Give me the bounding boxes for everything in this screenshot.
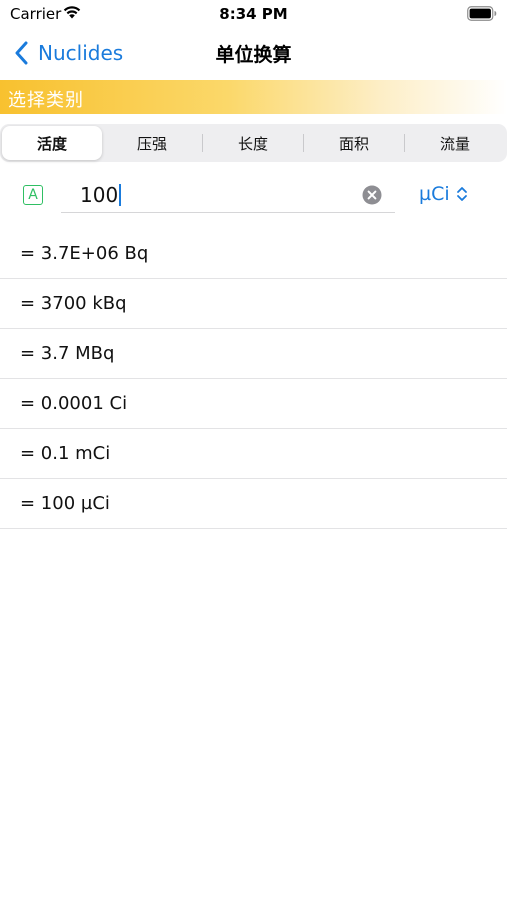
value-input-text: 100 bbox=[80, 183, 122, 207]
segment-pressure[interactable]: 压强 bbox=[102, 126, 202, 160]
chevron-up-down-icon bbox=[456, 187, 467, 201]
result-row: = 0.0001 Ci bbox=[0, 379, 507, 429]
unit-converter-screen: Carrier 8:34 PM Nuclides 单位换算 选择类别 活度 压强 bbox=[0, 0, 507, 900]
category-segmented-control: 活度 压强 长度 面积 流量 bbox=[0, 124, 507, 162]
mode-badge[interactable]: A bbox=[23, 185, 43, 205]
result-row: = 3.7 MBq bbox=[0, 329, 507, 379]
segment-area[interactable]: 面积 bbox=[304, 126, 404, 160]
result-row: = 3.7E+06 Bq bbox=[0, 229, 507, 279]
page-title: 单位换算 bbox=[215, 44, 292, 66]
value-input-row: A 100 µCi bbox=[0, 170, 507, 220]
clear-icon[interactable] bbox=[362, 185, 382, 205]
category-section-header: 选择类别 bbox=[0, 80, 507, 114]
clock: 8:34 PM bbox=[219, 5, 288, 23]
conversion-results-list: = 3.7E+06 Bq = 3700 kBq = 3.7 MBq = 0.00… bbox=[0, 229, 507, 529]
unit-label: µCi bbox=[419, 183, 450, 205]
text-caret bbox=[119, 184, 122, 206]
result-row: = 0.1 mCi bbox=[0, 429, 507, 479]
navigation-bar: Nuclides 单位换算 bbox=[0, 30, 507, 76]
segment-flow[interactable]: 流量 bbox=[405, 126, 505, 160]
segment-activity[interactable]: 活度 bbox=[2, 126, 102, 160]
section-header-label: 选择类别 bbox=[8, 90, 84, 111]
unit-selector[interactable]: µCi bbox=[419, 183, 468, 205]
segment-length[interactable]: 长度 bbox=[203, 126, 303, 160]
result-row: = 3700 kBq bbox=[0, 279, 507, 329]
result-row: = 100 µCi bbox=[0, 479, 507, 529]
status-bar: Carrier 8:34 PM bbox=[0, 0, 507, 28]
value-input[interactable]: 100 bbox=[61, 178, 395, 213]
battery-icon bbox=[467, 6, 497, 21]
